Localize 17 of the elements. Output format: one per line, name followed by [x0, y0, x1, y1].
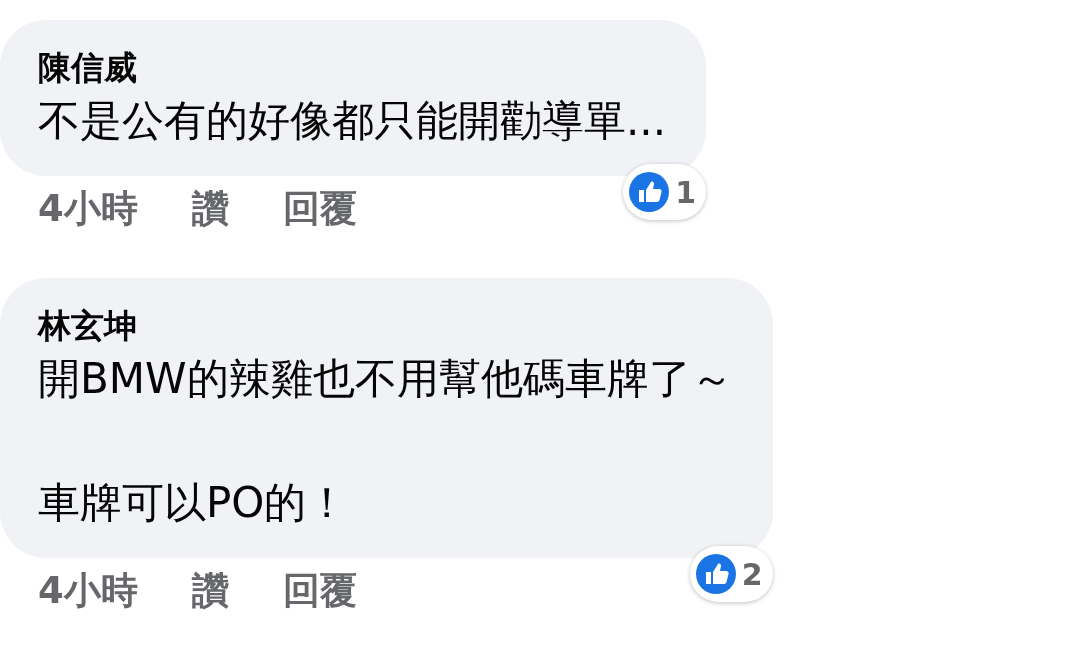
reply-link[interactable]: 回覆: [282, 566, 357, 616]
thumbs-up-icon: [695, 554, 736, 594]
reaction-badge[interactable]: 1: [623, 164, 707, 220]
comment-text: 開BMW的辣雞也不用幫他碼車牌了～: [38, 353, 733, 405]
comment-time[interactable]: 4小時: [38, 184, 138, 234]
thumbs-up-icon: [629, 172, 670, 212]
comment-text: 車牌可以PO的！: [38, 477, 350, 529]
comment-text: 不是公有的好像都只能開勸導單...: [38, 95, 667, 147]
reaction-badge[interactable]: 2: [689, 546, 773, 602]
reaction-count: 2: [741, 556, 763, 592]
reply-link[interactable]: 回覆: [282, 184, 357, 234]
like-link[interactable]: 讚: [191, 566, 229, 616]
comment-time[interactable]: 4小時: [38, 566, 138, 616]
reaction-count: 1: [675, 174, 697, 210]
comment-author[interactable]: 林玄坤: [38, 304, 733, 348]
like-link[interactable]: 讚: [191, 184, 229, 234]
comment-author[interactable]: 陳信威: [38, 46, 667, 90]
